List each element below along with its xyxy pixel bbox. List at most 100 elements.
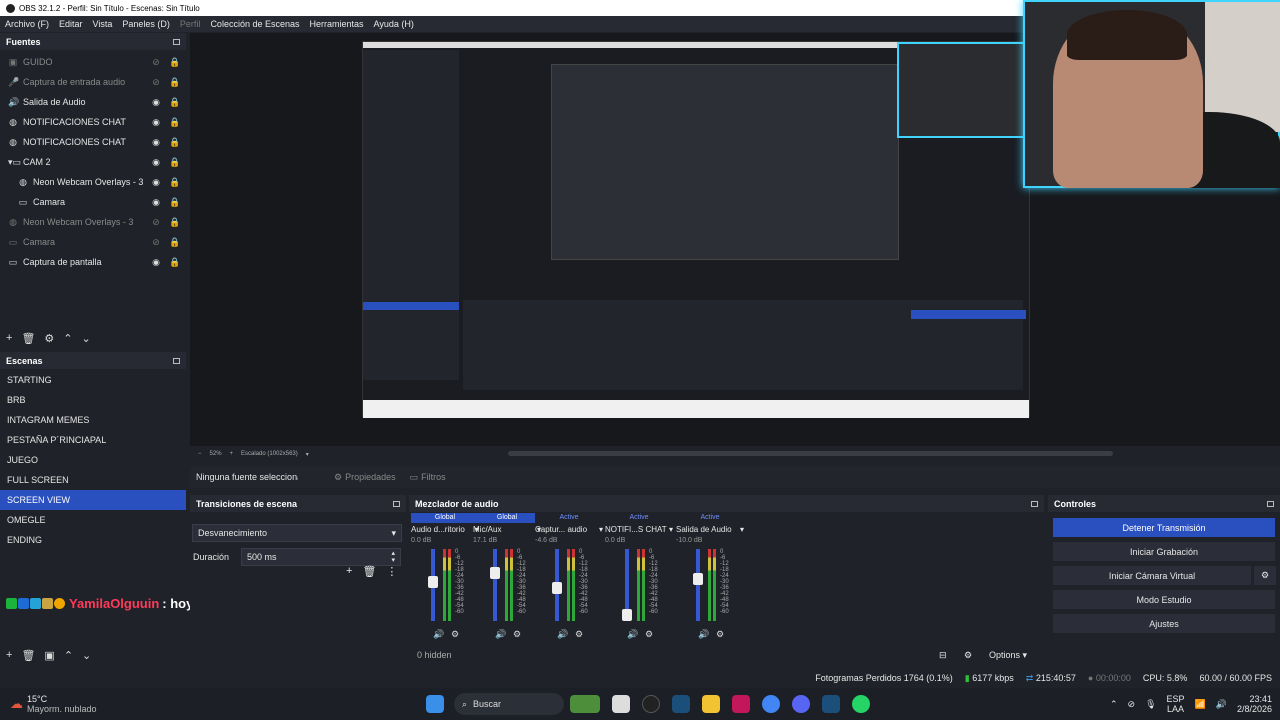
whatsapp-icon[interactable] bbox=[852, 695, 870, 713]
weather-widget[interactable]: ☁ 15°C Mayorm. nublado bbox=[0, 694, 420, 714]
control-button[interactable]: Modo Estudio bbox=[1053, 590, 1275, 609]
gear-icon[interactable]: ⚙ bbox=[1254, 566, 1276, 585]
control-button[interactable]: Ajustes bbox=[1053, 614, 1275, 633]
channel-name[interactable]: Salida de Audio ▾ bbox=[676, 525, 744, 534]
obs-taskbar-icon[interactable] bbox=[642, 695, 660, 713]
properties-button[interactable]: ⚙ Propiedades bbox=[334, 472, 396, 483]
tray-chevron-icon[interactable]: ⌃ bbox=[1110, 699, 1118, 710]
lock-icon[interactable]: 🔒 bbox=[169, 257, 180, 267]
steam-icon[interactable] bbox=[672, 695, 690, 713]
dock-icon[interactable] bbox=[173, 38, 180, 45]
gear-icon[interactable]: ⚙ bbox=[513, 629, 521, 640]
gear-icon[interactable]: ⚙ bbox=[645, 629, 653, 640]
eye-icon[interactable]: ◉ bbox=[151, 257, 161, 267]
volume-knob[interactable] bbox=[428, 576, 438, 588]
gear-icon[interactable]: ⚙ bbox=[716, 629, 724, 640]
app-icon[interactable] bbox=[732, 695, 750, 713]
steam-icon[interactable] bbox=[822, 695, 840, 713]
lock-icon[interactable]: 🔒 bbox=[169, 117, 180, 127]
source-item[interactable]: ◍ NOTIFICACIONES CHAT ◉ 🔒 bbox=[0, 112, 186, 132]
filters-button[interactable]: ▭ Filtros bbox=[410, 472, 446, 483]
lock-icon[interactable]: 🔒 bbox=[169, 197, 180, 207]
transition-select[interactable]: Desvanecimiento ▾ bbox=[192, 524, 402, 542]
scene-item[interactable]: JUEGO bbox=[0, 450, 186, 470]
lock-icon[interactable]: 🔒 bbox=[169, 97, 180, 107]
lock-icon[interactable]: 🔒 bbox=[169, 137, 180, 147]
trash-icon[interactable]: 🗑 bbox=[362, 565, 376, 578]
eye-icon[interactable]: ◉ bbox=[151, 177, 161, 187]
volume-icon[interactable]: 🔊 bbox=[433, 629, 444, 640]
windows-start-icon[interactable] bbox=[426, 695, 444, 713]
volume-knob[interactable] bbox=[490, 567, 500, 579]
lock-icon[interactable]: 🔒 bbox=[169, 237, 180, 247]
channel-name[interactable]: Captur... audio ▾ bbox=[535, 525, 603, 534]
lock-icon[interactable]: 🔒 bbox=[169, 177, 180, 187]
volume-icon[interactable]: 🔊 bbox=[1216, 699, 1227, 710]
preview-scrollbar[interactable] bbox=[508, 451, 1113, 456]
zoom-out-icon[interactable]: − bbox=[198, 451, 202, 457]
clock[interactable]: 23:41 2/8/2026 bbox=[1237, 694, 1272, 714]
mic-icon[interactable]: 🎙 bbox=[1145, 699, 1156, 710]
dock-icon[interactable] bbox=[1267, 500, 1274, 507]
volume-knob[interactable] bbox=[622, 609, 632, 621]
source-item[interactable]: 🎤 Captura de entrada audio ⊘ 🔒 bbox=[0, 72, 186, 92]
eye-icon[interactable]: ◉ bbox=[151, 137, 161, 147]
eye-off-icon[interactable]: ⊘ bbox=[151, 57, 161, 67]
scene-item[interactable]: ENDING bbox=[0, 530, 186, 550]
stepper-icon[interactable]: ▴ ▾ bbox=[391, 550, 395, 564]
task-view-icon[interactable] bbox=[612, 695, 630, 713]
source-item[interactable]: ▣ GUIDO ⊘ 🔒 bbox=[0, 52, 186, 72]
eye-icon[interactable]: ◉ bbox=[151, 117, 161, 127]
menu-item[interactable]: Perfil bbox=[175, 19, 206, 29]
widget-icon[interactable] bbox=[570, 695, 600, 713]
gear-icon[interactable]: ⚙ bbox=[575, 629, 583, 640]
menu-item[interactable]: Herramientas bbox=[305, 19, 369, 29]
source-item[interactable]: ▾▭ CAM 2 ◉ 🔒 bbox=[0, 152, 186, 172]
zoom-in-icon[interactable]: + bbox=[230, 451, 234, 457]
menu-item[interactable]: Vista bbox=[88, 19, 118, 29]
lock-icon[interactable]: 🔒 bbox=[169, 77, 180, 87]
source-item[interactable]: ◍ Neon Webcam Overlays - 3 ◉ 🔒 bbox=[0, 172, 186, 192]
eye-icon[interactable]: ◉ bbox=[151, 157, 161, 167]
dock-icon[interactable] bbox=[393, 500, 400, 507]
options-button[interactable]: Options ▾ bbox=[989, 650, 1027, 661]
volume-slider[interactable] bbox=[493, 549, 497, 621]
menu-item[interactable]: Editar bbox=[54, 19, 88, 29]
channel-name[interactable]: Audio d...ritorio ▾ bbox=[411, 525, 479, 534]
down-arrow-icon[interactable]: ⌄ bbox=[82, 649, 91, 662]
more-icon[interactable]: ⋮ bbox=[386, 565, 397, 578]
up-arrow-icon[interactable]: ⌃ bbox=[64, 649, 73, 662]
source-item[interactable]: ▭ Camara ⊘ 🔒 bbox=[0, 232, 186, 252]
add-icon[interactable]: + bbox=[6, 649, 12, 661]
filter-icon[interactable]: ▣ bbox=[44, 649, 54, 662]
dock-icon[interactable] bbox=[1031, 500, 1038, 507]
scene-item[interactable]: FULL SCREEN bbox=[0, 470, 186, 490]
scene-item[interactable]: SCREEN VIEW bbox=[0, 490, 186, 510]
volume-icon[interactable]: 🔊 bbox=[495, 629, 506, 640]
control-button[interactable]: Iniciar Cámara Virtual bbox=[1053, 566, 1251, 585]
language-indicator[interactable]: ESP LAA bbox=[1167, 694, 1185, 714]
scene-item[interactable]: OMEGLE bbox=[0, 510, 186, 530]
trash-icon[interactable]: 🗑 bbox=[21, 649, 35, 662]
eye-off-icon[interactable]: ⊘ bbox=[151, 217, 161, 227]
channel-name[interactable]: Mic/Aux ▾ bbox=[473, 525, 541, 534]
channel-name[interactable]: NOTIFI...S CHAT ▾ bbox=[605, 525, 673, 534]
volume-icon[interactable]: 🔊 bbox=[627, 629, 638, 640]
lock-icon[interactable]: 🔒 bbox=[169, 57, 180, 67]
eye-off-icon[interactable]: ⊘ bbox=[151, 77, 161, 87]
up-arrow-icon[interactable]: ⌃ bbox=[63, 332, 72, 345]
add-icon[interactable]: + bbox=[346, 565, 352, 578]
chrome-icon[interactable] bbox=[762, 695, 780, 713]
network-off-icon[interactable]: ⊘ bbox=[1128, 699, 1136, 710]
volume-slider[interactable] bbox=[696, 549, 700, 621]
discord-icon[interactable] bbox=[792, 695, 810, 713]
eye-icon[interactable]: ◉ bbox=[151, 97, 161, 107]
menu-item[interactable]: Archivo (F) bbox=[0, 19, 54, 29]
chevron-down-icon[interactable]: ▾ bbox=[306, 451, 309, 458]
menu-item[interactable]: Colección de Escenas bbox=[205, 19, 304, 29]
menu-item[interactable]: Ayuda (H) bbox=[369, 19, 419, 29]
menu-item[interactable]: Paneles (D) bbox=[117, 19, 175, 29]
volume-icon[interactable]: 🔊 bbox=[698, 629, 709, 640]
mute-icon[interactable]: 🔊 bbox=[557, 629, 568, 640]
source-item[interactable]: ◍ NOTIFICACIONES CHAT ◉ 🔒 bbox=[0, 132, 186, 152]
